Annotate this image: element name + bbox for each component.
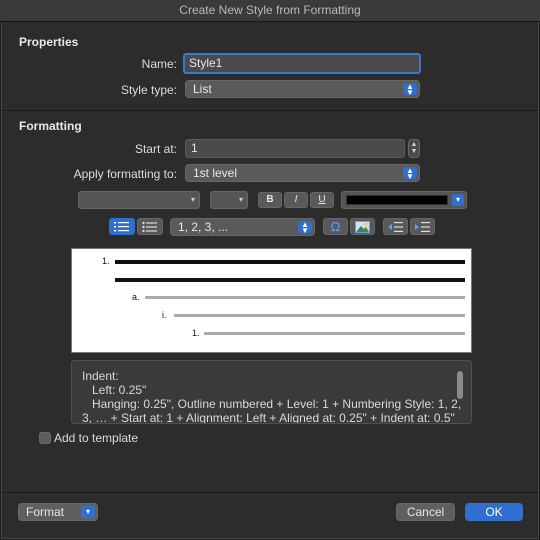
underline-button[interactable]: U: [310, 192, 334, 208]
chevron-down-icon: ▾: [238, 195, 243, 204]
chevron-up-down-icon: ▲ ▼: [298, 221, 312, 235]
increase-indent-button[interactable]: [410, 218, 435, 235]
add-to-template-checkbox[interactable]: [39, 432, 51, 444]
description-line: Indent:: [82, 369, 119, 383]
decrease-indent-icon: [387, 222, 403, 232]
apply-formatting-select[interactable]: 1st level ▲ ▼: [185, 164, 420, 182]
preview-level-1-number: 1.: [102, 256, 110, 266]
start-at-field[interactable]: 1: [185, 139, 405, 158]
chevron-down-icon: ▾: [190, 195, 195, 204]
style-description: Indent: Left: 0.25" Hanging: 0.25", Outl…: [71, 360, 472, 424]
chevron-up-down-icon: ▲ ▼: [403, 83, 417, 97]
picture-icon: [355, 221, 370, 233]
font-color-picker[interactable]: ▾: [341, 191, 467, 209]
cancel-button[interactable]: Cancel: [396, 503, 455, 521]
formatting-heading: Formatting: [19, 119, 82, 133]
preview-level-3-line: [174, 314, 465, 317]
font-size-select[interactable]: ▾: [210, 191, 248, 209]
bold-button[interactable]: B: [258, 192, 282, 208]
font-color-swatch: [346, 195, 448, 205]
preview-level-1-line: [115, 278, 465, 282]
chevron-down-icon: ▾: [81, 506, 95, 518]
style-type-label: Style type:: [120, 83, 177, 97]
section-divider: [2, 110, 538, 111]
preview-level-4-number: 1.: [192, 328, 200, 338]
window-title: Create New Style from Formatting: [0, 0, 540, 22]
footer-divider: [2, 492, 538, 493]
start-at-label: Start at:: [134, 142, 177, 156]
description-scrollbar[interactable]: [457, 371, 463, 399]
decrease-indent-button[interactable]: [383, 218, 408, 235]
numbered-list-button[interactable]: [109, 218, 135, 235]
preview-level-1-line: [115, 260, 465, 264]
numbered-list-icon: [114, 222, 129, 232]
style-type-value: List: [193, 82, 212, 96]
font-name-select[interactable]: ▾: [78, 191, 200, 209]
format-menu-button[interactable]: Format ▾: [18, 503, 98, 521]
description-line: Hanging: 0.25", Outline numbered + Level…: [92, 397, 462, 411]
omega-icon: Ω: [330, 219, 341, 234]
numbering-style-select[interactable]: 1, 2, 3, ... ▲ ▼: [170, 218, 315, 236]
list-preview: 1. a. i. 1.: [71, 248, 472, 353]
style-type-select[interactable]: List ▲ ▼: [185, 80, 420, 98]
format-label: Format: [26, 505, 65, 519]
increase-indent-icon: [414, 222, 430, 232]
description-line: Left: 0.25": [92, 383, 147, 397]
ok-button[interactable]: OK: [465, 503, 523, 521]
bulleted-list-icon: [142, 221, 157, 233]
add-to-template-label: Add to template: [54, 431, 139, 445]
start-at-stepper[interactable]: ▲ ▼: [408, 139, 420, 158]
dialog: Properties Name: Style1 Style type: List…: [1, 22, 539, 539]
italic-button[interactable]: I: [284, 192, 308, 208]
description-line: 3, … + Start at: 1 + Alignment: Left + A…: [82, 411, 455, 424]
preview-level-2-line: [145, 296, 465, 299]
picture-button[interactable]: [350, 218, 375, 235]
preview-level-2-number: a.: [132, 292, 140, 302]
chevron-up-down-icon: ▲ ▼: [403, 167, 417, 181]
chevron-down-icon: ▾: [452, 194, 464, 206]
apply-formatting-label: Apply formatting to:: [73, 167, 177, 181]
preview-level-4-line: [204, 332, 465, 335]
properties-heading: Properties: [19, 35, 79, 49]
bulleted-list-button[interactable]: [137, 218, 163, 235]
numbering-style-value: 1, 2, 3, ...: [178, 220, 229, 234]
apply-formatting-value: 1st level: [193, 166, 238, 180]
symbol-button[interactable]: Ω: [323, 218, 348, 235]
name-field[interactable]: Style1: [183, 53, 421, 74]
name-label: Name:: [141, 57, 177, 71]
preview-level-3-number: i.: [162, 310, 167, 320]
